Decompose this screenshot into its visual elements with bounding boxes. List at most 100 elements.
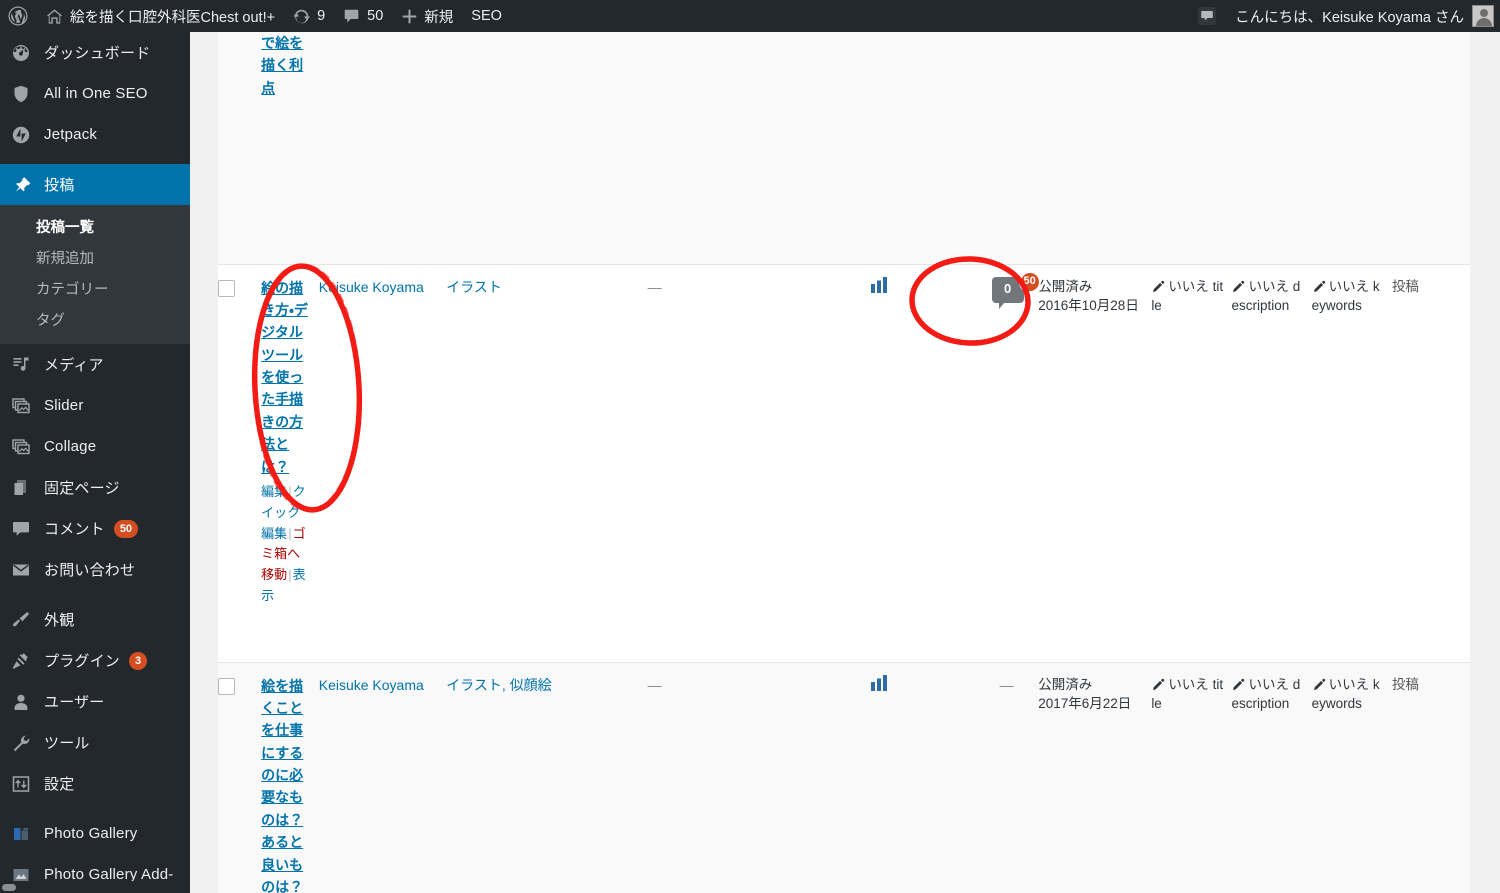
bar-chart-icon[interactable]: [871, 276, 889, 298]
sidebar-item-users[interactable]: ユーザー: [0, 681, 190, 722]
wrench-icon: [11, 733, 35, 753]
my-account-menu[interactable]: こんにちは、Keisuke Koyama さん: [1226, 0, 1500, 32]
row-actions: 編集|クイック編集|ゴミ箱へ移動|表示: [261, 482, 312, 607]
user-icon: [11, 692, 35, 712]
sidebar-item-label: ツール: [44, 735, 90, 752]
row-checkbox-cell: [218, 32, 261, 264]
row-select-checkbox[interactable]: [218, 677, 235, 695]
post-tags-empty: —: [647, 676, 662, 693]
sidebar-item-settings[interactable]: 設定: [0, 763, 190, 804]
notifications-menu[interactable]: [1188, 0, 1226, 32]
admin-sidebar-menu: ダッシュボード All in One SEO Jetpack 投稿 投稿一覧 新…: [0, 32, 190, 893]
sidebar-scrollbar-thumb[interactable]: [2, 884, 16, 891]
row-author-cell: Keisuke Koyama: [318, 263, 447, 662]
new-content-menu[interactable]: 新規: [392, 0, 462, 32]
row-comments-cell: [940, 32, 1039, 264]
sidebar-item-label: メディア: [44, 357, 104, 374]
comments-count: 50: [367, 8, 384, 24]
table-row[interactable]: で絵を描く利点: [218, 32, 1470, 264]
row-tags-cell: —: [647, 661, 850, 893]
pencil-icon: [1151, 678, 1165, 692]
wordpress-logo-icon: [8, 6, 28, 26]
post-author-link[interactable]: Keisuke Koyama: [319, 677, 424, 693]
wp-logo-menu[interactable]: [0, 0, 36, 32]
comment-count-wrapper[interactable]: 0 50: [991, 270, 1041, 309]
post-category-link[interactable]: イラスト, 似顔絵: [446, 677, 552, 693]
sidebar-item-contact[interactable]: お問い合わせ: [0, 549, 190, 590]
sidebar-item-dashboard[interactable]: ダッシュボード: [0, 32, 190, 73]
seo-menu[interactable]: SEO: [462, 0, 511, 32]
row-categories-cell: イラスト, 似顔絵: [446, 661, 648, 893]
row-comments-cell: 0 50: [939, 263, 1041, 662]
sidebar-submenu-item-add-new[interactable]: 新規追加: [0, 242, 190, 273]
sidebar-item-collage[interactable]: Collage: [0, 426, 190, 467]
sidebar-separator: [0, 590, 190, 599]
pending-comment-badge[interactable]: 50: [1018, 270, 1041, 293]
post-category-link[interactable]: イラスト: [446, 279, 502, 295]
row-select-checkbox[interactable]: [218, 279, 235, 297]
sidebar-item-label: 固定ページ: [44, 480, 120, 497]
sidebar-item-photo-gallery[interactable]: Photo Gallery: [0, 813, 190, 854]
images-icon: [11, 437, 35, 457]
row-seo-keywords-cell[interactable]: いいえ keywords: [1311, 661, 1392, 893]
sidebar-item-plugins[interactable]: プラグイン 3: [0, 640, 190, 681]
table-row[interactable]: 絵の描き方・デジタルツールを使った手描きの方法とは？ 編集|クイック編集|ゴミ箱…: [218, 263, 1470, 662]
sidebar-item-label: Jetpack: [44, 126, 98, 143]
pencil-icon: [1312, 678, 1326, 692]
sidebar-separator: [0, 804, 190, 813]
post-title-link[interactable]: 絵の描き方・デジタルツールを使った手描きの方法とは？: [261, 277, 312, 479]
images-icon: [11, 396, 35, 416]
howdy-label: こんにちは、Keisuke Koyama さん: [1235, 9, 1464, 26]
sidebar-submenu-posts: 投稿一覧 新規追加 カテゴリー タグ: [0, 205, 190, 344]
sidebar-item-jetpack[interactable]: Jetpack: [0, 114, 190, 155]
sidebar-item-slider[interactable]: Slider: [0, 385, 190, 426]
sidebar-item-label: コメント: [44, 521, 105, 538]
dashboard-icon: [11, 43, 35, 63]
posts-list-container: で絵を描く利点 絵の描き方・デジタルツールを使った手描きの方法とは？ 編集|クイ…: [218, 32, 1470, 893]
sidebar-item-media[interactable]: メディア: [0, 344, 190, 385]
post-status-label: 公開済み: [1038, 676, 1093, 692]
updates-menu[interactable]: 9: [284, 0, 334, 32]
pin-icon: [11, 175, 35, 195]
home-icon: [45, 7, 64, 26]
settings-icon: [11, 774, 35, 794]
sidebar-submenu-item-categories[interactable]: カテゴリー: [0, 273, 190, 304]
row-date-cell: 公開済み 2017年6月22日: [1038, 661, 1152, 893]
row-type-cell: [1392, 32, 1470, 264]
sidebar-submenu-item-all-posts[interactable]: 投稿一覧: [0, 211, 190, 242]
sidebar-horizontal-scrollbar[interactable]: [0, 881, 190, 893]
site-name-label: 絵を描く口腔外科医Chest out!+: [70, 9, 276, 26]
sidebar-item-label: All in One SEO: [44, 85, 148, 102]
sidebar-item-appearance[interactable]: 外観: [0, 599, 190, 640]
sidebar-item-tools[interactable]: ツール: [0, 722, 190, 763]
row-comments-cell: —: [939, 661, 1039, 893]
row-seo-description-cell[interactable]: いいえ description: [1231, 263, 1312, 662]
row-title-cell: 絵の描き方・デジタルツールを使った手描きの方法とは？ 編集|クイック編集|ゴミ箱…: [261, 263, 319, 662]
row-seo-title-cell[interactable]: いいえ title: [1151, 263, 1232, 662]
bar-chart-icon[interactable]: [871, 674, 889, 696]
post-author-link[interactable]: Keisuke Koyama: [319, 279, 424, 295]
row-seo-description-cell[interactable]: いいえ description: [1231, 661, 1312, 893]
comments-menu[interactable]: 50: [334, 0, 392, 32]
row-action-edit[interactable]: 編集: [261, 484, 287, 499]
sidebar-item-pages[interactable]: 固定ページ: [0, 467, 190, 508]
sidebar-submenu-item-tags[interactable]: タグ: [0, 304, 190, 335]
site-name-menu[interactable]: 絵を描く口腔外科医Chest out!+: [36, 0, 284, 32]
pencil-icon: [1231, 678, 1245, 692]
pencil-icon: [1231, 280, 1245, 294]
sidebar-item-posts[interactable]: 投稿: [0, 164, 190, 205]
row-seo-description-cell: [1231, 32, 1311, 264]
photo-gallery-icon: [11, 824, 35, 844]
row-date-cell: [1038, 32, 1151, 264]
table-row[interactable]: 絵を描くことを仕事にするのに必要なものは？あると良いものは？ Keisuke K…: [218, 661, 1470, 893]
row-checkbox-cell: [218, 661, 262, 893]
row-stats-cell: [849, 661, 940, 893]
sidebar-item-comments[interactable]: コメント 50: [0, 508, 190, 549]
sidebar-item-label: 投稿: [44, 177, 75, 194]
sidebar-item-all-in-one-seo[interactable]: All in One SEO: [0, 73, 190, 114]
row-seo-keywords-cell[interactable]: いいえ keywords: [1311, 263, 1392, 662]
post-title-link[interactable]: 絵を描くことを仕事にするのに必要なものは？あると良いものは？: [261, 675, 312, 893]
post-title-link[interactable]: で絵を描く利点: [261, 32, 312, 99]
row-author-cell: Keisuke Koyama: [318, 661, 447, 893]
row-seo-title-cell[interactable]: いいえ title: [1151, 661, 1232, 893]
